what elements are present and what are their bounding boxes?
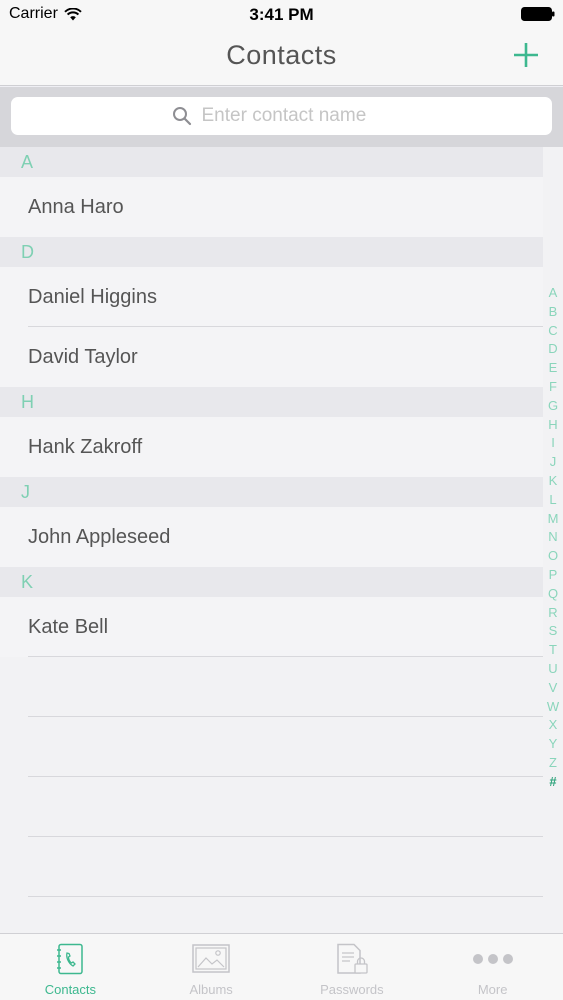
empty-row [0, 657, 543, 717]
index-letter[interactable]: # [549, 773, 556, 792]
index-letter[interactable]: C [548, 322, 557, 341]
index-letter[interactable]: G [548, 397, 558, 416]
index-letter[interactable]: Z [549, 754, 557, 773]
index-letter[interactable]: M [548, 510, 559, 529]
status-bar: Carrier 3:41 PM [0, 0, 563, 30]
tab-contacts[interactable]: Contacts [0, 934, 141, 1000]
contact-name: Anna Haro [28, 196, 124, 218]
empty-row [0, 777, 543, 837]
empty-row [0, 837, 543, 897]
index-letter[interactable]: B [549, 303, 558, 322]
index-letter[interactable]: N [548, 528, 557, 547]
contact-row[interactable]: Anna Haro [0, 177, 543, 237]
index-letter[interactable]: L [549, 491, 556, 510]
index-letter[interactable]: U [548, 660, 557, 679]
more-dots-icon [472, 954, 513, 964]
index-letter[interactable]: H [548, 416, 557, 435]
navigation-bar: Contacts [0, 30, 563, 86]
add-contact-button[interactable] [511, 40, 541, 70]
phone-book-icon [57, 943, 84, 975]
index-letter[interactable]: S [549, 622, 558, 641]
index-letter[interactable]: T [549, 641, 557, 660]
index-letter[interactable]: R [548, 604, 557, 623]
contact-list[interactable]: A Anna Haro D Daniel Higgins David Taylo… [0, 147, 543, 933]
index-letter[interactable]: Q [548, 585, 558, 604]
tab-label: Albums [189, 982, 233, 997]
contact-name: Kate Bell [28, 616, 109, 638]
search-icon [172, 107, 191, 126]
tab-more[interactable]: More [422, 934, 563, 1000]
contact-row[interactable]: John Appleseed [0, 507, 543, 567]
index-letter[interactable]: J [550, 453, 557, 472]
index-letter[interactable]: W [547, 698, 559, 717]
battery-icon [521, 7, 555, 21]
search-bar [0, 87, 563, 147]
password-document-icon [337, 943, 368, 974]
photo-album-icon [192, 944, 230, 973]
index-letter[interactable]: Y [549, 735, 558, 754]
index-letter[interactable]: A [549, 284, 558, 303]
index-letter[interactable]: D [548, 340, 557, 359]
index-letter[interactable]: K [549, 472, 558, 491]
contact-row[interactable]: Hank Zakroff [0, 417, 543, 477]
clock: 3:41 PM [249, 5, 314, 24]
section-header-h: H [0, 387, 543, 417]
page-title: Contacts [226, 40, 337, 70]
tab-passwords[interactable]: Passwords [282, 934, 423, 1000]
tab-label: Passwords [320, 982, 384, 997]
contact-name: Daniel Higgins [28, 286, 157, 308]
tab-bar: Contacts Albums Passwords More [0, 933, 563, 1000]
contact-row[interactable]: Kate Bell [0, 597, 543, 657]
contact-row[interactable]: David Taylor [0, 327, 543, 387]
section-index[interactable]: A B C D E F G H I J K L M N O P Q R S T U V W X Y Z # [543, 284, 563, 792]
search-input[interactable] [201, 105, 392, 127]
index-letter[interactable]: I [551, 434, 555, 453]
contact-name: David Taylor [28, 346, 138, 368]
index-letter[interactable]: F [549, 378, 557, 397]
tab-albums[interactable]: Albums [141, 934, 282, 1000]
tab-label: More [477, 982, 508, 997]
section-header-d: D [0, 237, 543, 267]
section-header-j: J [0, 477, 543, 507]
empty-row [0, 717, 543, 777]
contact-row[interactable]: Daniel Higgins [0, 267, 543, 327]
search-field[interactable] [11, 97, 552, 135]
index-letter[interactable]: X [549, 716, 558, 735]
section-header-a: A [0, 147, 543, 177]
index-letter[interactable]: O [548, 547, 558, 566]
index-letter[interactable]: E [549, 359, 558, 378]
index-letter[interactable]: P [549, 566, 558, 585]
section-header-k: K [0, 567, 543, 597]
contact-name: John Appleseed [28, 526, 171, 548]
contact-name: Hank Zakroff [28, 436, 143, 458]
index-letter[interactable]: V [549, 679, 558, 698]
tab-label: Contacts [44, 982, 97, 997]
